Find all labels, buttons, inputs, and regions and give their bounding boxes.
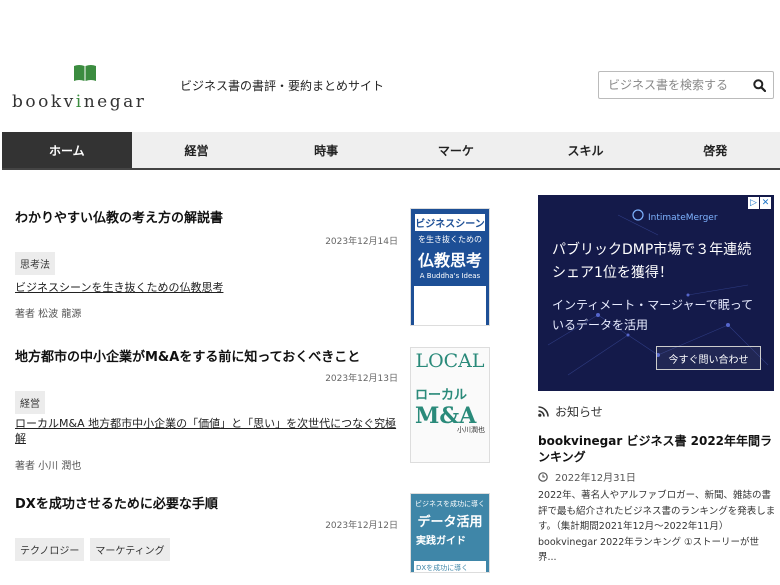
- news-date-label: 2022年12月31日: [555, 473, 636, 484]
- cover-text: ビジネスシーン: [415, 214, 485, 231]
- article-tags: テクノロジー マーケティング: [15, 538, 170, 561]
- tab-skills[interactable]: スキル: [521, 132, 651, 168]
- ad-choices[interactable]: ▷ ✕: [748, 197, 772, 209]
- category-tag[interactable]: 経営: [15, 391, 45, 414]
- article-title[interactable]: わかりやすい仏教の考え方の解説書: [15, 207, 223, 226]
- clock-icon: [538, 471, 548, 482]
- logo-wordmark: bookvinegar: [12, 92, 147, 112]
- category-tag[interactable]: 思考法: [15, 252, 55, 275]
- news-excerpt: 2022年、著名人やアルファブロガー、新聞、雑誌の書評で最も紹介されたビジネス書…: [538, 490, 776, 563]
- news-date: 2022年12月31日: [538, 469, 636, 484]
- article-card: DXを成功させるために必要な手順 2023年12月12日 テクノロジー マーケテ…: [15, 493, 490, 585]
- book-title-link[interactable]: ローカルM&A 地方都市中小企業の「価値」と「思い」を次世代につなぐ究極解: [15, 416, 400, 446]
- article-tags: 経営: [15, 391, 45, 414]
- ad-headline: パブリックDMP市場で３年連続シェア1位を獲得！: [552, 242, 752, 281]
- article-card: わかりやすい仏教の考え方の解説書 2023年12月14日 思考法 ビジネスシーン…: [15, 207, 490, 332]
- tab-marketing[interactable]: マーケ: [391, 132, 521, 168]
- search-icon: [752, 78, 766, 92]
- search-input[interactable]: [599, 72, 745, 98]
- book-cover-image[interactable]: ビジネスを成功に導く データ活用 実践ガイド DXを成功に導く: [410, 493, 490, 573]
- cover-band: [414, 286, 486, 325]
- category-tag[interactable]: テクノロジー: [15, 538, 85, 561]
- ad-subtext: インティメート・マージャーで眠っているデータを活用: [552, 298, 754, 332]
- cover-text: A Buddha's Ideas: [419, 272, 481, 280]
- cover-text: 仏教思考: [417, 251, 482, 270]
- rss-icon: [538, 406, 549, 417]
- tab-self-development[interactable]: 啓発: [650, 132, 780, 168]
- tab-home[interactable]: ホーム: [2, 132, 132, 168]
- tab-management[interactable]: 経営: [132, 132, 262, 168]
- article-date: 2023年12月13日: [325, 374, 398, 384]
- search-box: [598, 71, 774, 99]
- article-date: 2023年12月12日: [325, 521, 398, 531]
- news-title[interactable]: bookvinegar ビジネス書 2022年年間ランキング: [538, 433, 776, 465]
- article-date: 2023年12月14日: [325, 237, 398, 247]
- tab-current-affairs[interactable]: 時事: [261, 132, 391, 168]
- site-logo[interactable]: bookvinegar: [12, 62, 162, 114]
- cover-text: ローカル: [415, 388, 468, 403]
- ad-brand: IntimateMerger: [648, 213, 718, 223]
- search-button[interactable]: [745, 72, 773, 98]
- article-title[interactable]: 地方都市の中小企業がM&Aをする前に知っておくべきこと: [15, 346, 360, 365]
- ad-close-icon[interactable]: ✕: [760, 197, 771, 209]
- book-cover-image[interactable]: LOCAL ローカル M&A 小川潤也: [410, 347, 490, 463]
- main-nav: ホーム 経営 時事 マーケ スキル 啓発: [2, 132, 780, 170]
- book-title-link[interactable]: ビジネスシーンを生き抜くための仏教思考: [15, 280, 400, 295]
- cover-text: を生き抜くための: [418, 235, 482, 244]
- cover-text: LOCAL: [415, 350, 485, 372]
- cover-text: データ活用: [417, 515, 483, 530]
- cover-text: 実践ガイド: [416, 536, 466, 547]
- ad-cta-button[interactable]: 今すぐ問い合わせ: [656, 346, 761, 370]
- article-card: 地方都市の中小企業がM&Aをする前に知っておくべきこと 2023年12月13日 …: [15, 346, 490, 472]
- article-title[interactable]: DXを成功させるために必要な手順: [15, 493, 218, 512]
- book-logo-icon: [74, 65, 96, 81]
- advertisement-banner[interactable]: ▷ ✕ IntimateMerger パブリックDMP市場で３年連続シェア1位を…: [538, 195, 774, 391]
- author-name: 著者 松波 龍源: [15, 309, 82, 320]
- category-tag[interactable]: マーケティング: [90, 538, 170, 561]
- cover-text: ビジネスを成功に導く: [415, 500, 485, 508]
- news-heading: お知らせ: [538, 403, 603, 420]
- cover-text: DXを成功に導く: [414, 561, 486, 572]
- news-heading-label: お知らせ: [555, 405, 603, 419]
- ad-info-icon[interactable]: ▷: [748, 197, 759, 209]
- article-tags: 思考法: [15, 252, 55, 275]
- author-name: 著者 小川 潤也: [15, 461, 82, 472]
- site-tagline: ビジネス書の書評・要約まとめサイト: [180, 79, 385, 93]
- book-cover-image[interactable]: ビジネスシーン を生き抜くための 仏教思考 A Buddha's Ideas: [410, 208, 490, 326]
